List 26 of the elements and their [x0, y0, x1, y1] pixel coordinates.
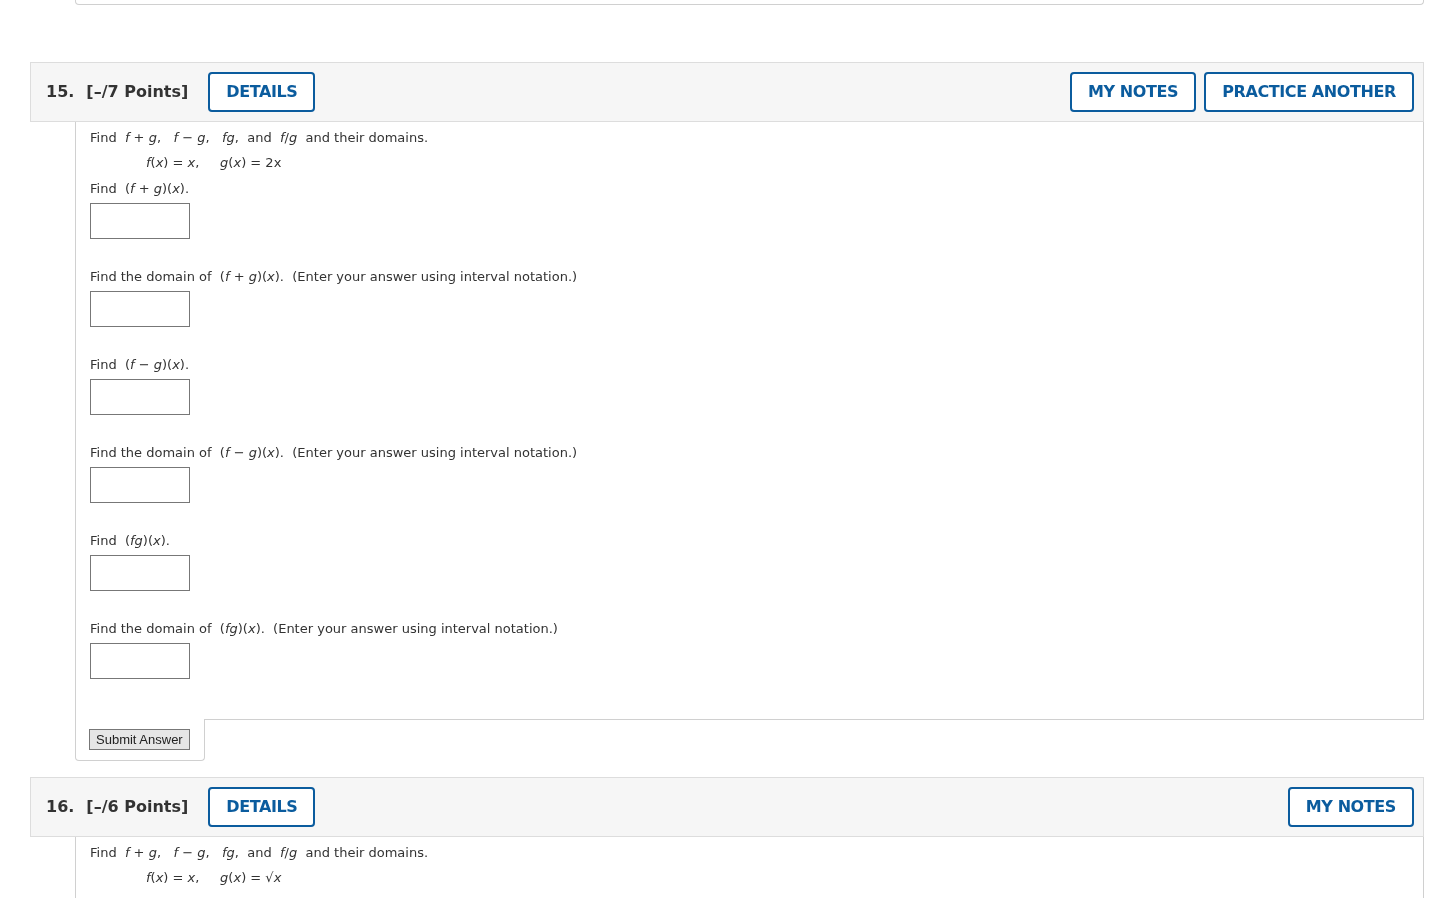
part-prompt: Find (f + g)(x).	[90, 180, 190, 197]
answer-field[interactable]	[90, 203, 190, 239]
answer-field[interactable]	[90, 379, 190, 415]
question-number: 15.	[46, 81, 75, 103]
points-label: [–/7 Points]	[86, 81, 189, 103]
part-prompt: Find the domain of (f − g)(x). (Enter your answer using interval notation.)	[90, 444, 578, 461]
answer-field[interactable]	[90, 555, 190, 591]
header-button[interactable]: MY NOTES	[1287, 787, 1414, 827]
points-label: [–/6 Points]	[86, 796, 189, 818]
question-number: 16.	[46, 796, 75, 818]
answer-field[interactable]	[90, 291, 190, 327]
question-text: Find f + g, f − g, fg, and f/g and their domains.	[90, 844, 430, 861]
answer-field[interactable]	[90, 643, 190, 679]
details-button[interactable]: DETAILS	[208, 72, 316, 112]
answer-field[interactable]	[90, 467, 190, 503]
function-definition: f(x) = x, g(x) = √x	[146, 869, 282, 886]
header-button[interactable]: PRACTICE ANOTHER	[1204, 72, 1414, 112]
header-button[interactable]: MY NOTES	[1069, 72, 1197, 112]
part-prompt: Find (f − g)(x).	[90, 356, 190, 373]
part-prompt: Find the domain of (fg)(x). (Enter your answer using interval notation.)	[90, 620, 558, 637]
question-text: Find f + g, f − g, fg, and f/g and their domains.	[90, 129, 430, 146]
details-button[interactable]: DETAILS	[208, 787, 316, 827]
function-definition: f(x) = x, g(x) = 2x	[146, 154, 282, 171]
part-prompt: Find (fg)(x).	[90, 532, 170, 549]
part-prompt: Find the domain of (f + g)(x). (Enter your answer using interval notation.)	[90, 268, 578, 285]
submit-button[interactable]: Submit Answer	[89, 729, 190, 750]
